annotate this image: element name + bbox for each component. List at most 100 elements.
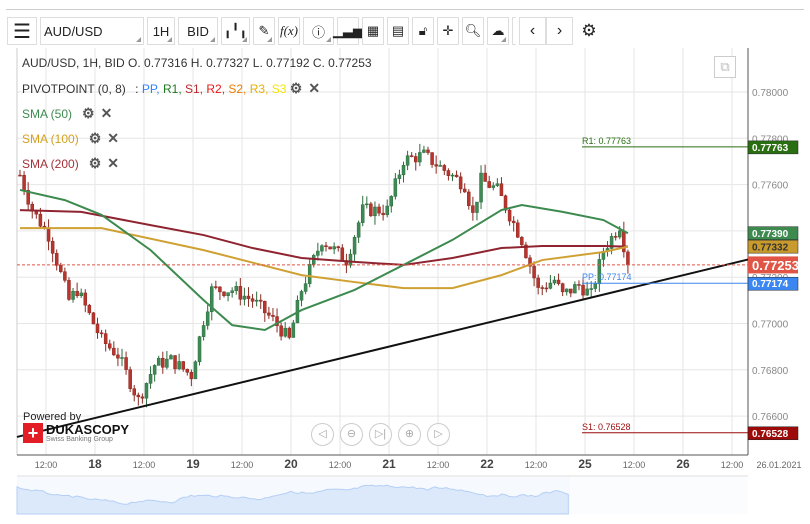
candle-body: [507, 209, 512, 222]
candle-body: [593, 283, 598, 289]
close-icon[interactable]: ✕: [107, 155, 119, 172]
gear-icon[interactable]: ⚙: [290, 80, 303, 97]
time-tick-label: 19: [186, 457, 200, 471]
scroll-left-button[interactable]: ◁: [311, 423, 334, 446]
candle-body: [181, 361, 185, 370]
candle-body: [263, 301, 267, 314]
candle-body: [409, 155, 414, 157]
candle-body: [573, 284, 577, 294]
time-tick-label: 12:00: [721, 460, 744, 470]
candle-body: [18, 174, 22, 177]
candle-body: [511, 220, 516, 224]
time-tick-label: 21: [382, 457, 396, 471]
candle-body: [434, 164, 438, 167]
candle-body: [95, 323, 100, 334]
candle-body: [348, 253, 353, 266]
candle-body: [156, 357, 161, 366]
candle-body: [495, 183, 500, 186]
close-icon[interactable]: ✕: [101, 105, 113, 122]
pivot-legend-item: S1,: [185, 82, 207, 96]
candle-body: [381, 212, 385, 216]
candle-body: [226, 292, 230, 296]
candle-body: [340, 247, 345, 261]
candle-body: [414, 156, 418, 163]
candle-body: [401, 165, 406, 176]
candle-body: [316, 250, 320, 256]
candle-body: [618, 230, 622, 238]
candle-body: [564, 288, 569, 293]
zoom-in-button[interactable]: ⊕: [398, 423, 421, 446]
candle-body: [499, 183, 504, 196]
candle-body: [287, 327, 292, 338]
brand-sub: Swiss Banking Group: [46, 436, 113, 443]
price-tag-text: 0.77253: [752, 258, 799, 273]
candle-body: [279, 325, 283, 337]
pivot-legend-item: PP,: [141, 82, 163, 96]
candle-body: [120, 357, 124, 359]
candle-body: [254, 299, 259, 302]
candle-body: [577, 284, 581, 286]
candle-body: [471, 205, 475, 213]
popout-button[interactable]: ⧉: [714, 56, 736, 78]
candle-body: [238, 286, 243, 300]
candle-body: [234, 286, 238, 292]
navigator-window: [570, 477, 748, 514]
candle-body: [267, 312, 271, 316]
candle-body: [532, 265, 536, 279]
price-tick-label: 0.76800: [752, 366, 789, 377]
close-icon[interactable]: ✕: [107, 130, 119, 147]
candle-body: [46, 227, 51, 242]
candle-body: [283, 327, 287, 337]
candle-body: [626, 251, 630, 266]
candle-body: [99, 332, 104, 335]
candle-body: [132, 388, 136, 396]
pivot-tag-text: 0.77174: [752, 279, 789, 290]
candle-body: [552, 279, 557, 284]
candle-body: [324, 245, 328, 247]
candle-body: [71, 290, 75, 300]
candle-body: [63, 271, 67, 281]
candle-body: [169, 355, 173, 360]
gear-icon[interactable]: ⚙: [89, 130, 102, 147]
candle-body: [222, 291, 226, 296]
gear-icon[interactable]: ⚙: [89, 155, 102, 172]
sma-label: SMA (100): [22, 132, 79, 146]
candle-body: [67, 280, 71, 300]
time-tick-label: 12:00: [525, 460, 548, 470]
candle-body: [136, 394, 141, 398]
date-label: 26.01.2021: [756, 460, 801, 470]
pivot-label: S1: 0.76528: [582, 422, 631, 432]
candle-body: [59, 265, 63, 272]
candle-body: [540, 287, 544, 289]
go-latest-button[interactable]: ▷|: [369, 423, 392, 446]
zoom-out-button[interactable]: ⊖: [340, 423, 363, 446]
pivot-tag-text: 0.77763: [752, 143, 789, 154]
candle-body: [479, 172, 483, 203]
candle-body: [320, 245, 324, 252]
candle-body: [483, 172, 487, 182]
gear-icon[interactable]: ⚙: [82, 105, 95, 122]
candle-body: [356, 222, 361, 238]
pivot-sep: :: [135, 82, 139, 96]
candle-body: [83, 292, 88, 306]
sma200-legend: SMA (200) ⚙ ✕: [22, 155, 119, 172]
candle-body: [405, 155, 410, 166]
time-tick-label: 20: [284, 457, 298, 471]
plot-area: [17, 48, 748, 455]
candle-body: [307, 264, 312, 284]
candle-body: [377, 206, 381, 214]
candle-body: [291, 322, 296, 338]
pivot-legend-item: S3: [271, 82, 290, 96]
time-tick-label: 12:00: [329, 460, 352, 470]
candle-body: [560, 283, 565, 293]
candle-body: [218, 286, 222, 293]
candle-body: [230, 290, 234, 293]
candle-body: [50, 241, 55, 254]
candle-body: [140, 396, 145, 399]
scroll-right-button[interactable]: ▷: [427, 423, 450, 446]
candle-body: [475, 201, 479, 213]
candle-body: [148, 374, 153, 384]
close-icon[interactable]: ✕: [308, 80, 320, 97]
candle-body: [569, 288, 573, 294]
candle-body: [246, 295, 251, 299]
